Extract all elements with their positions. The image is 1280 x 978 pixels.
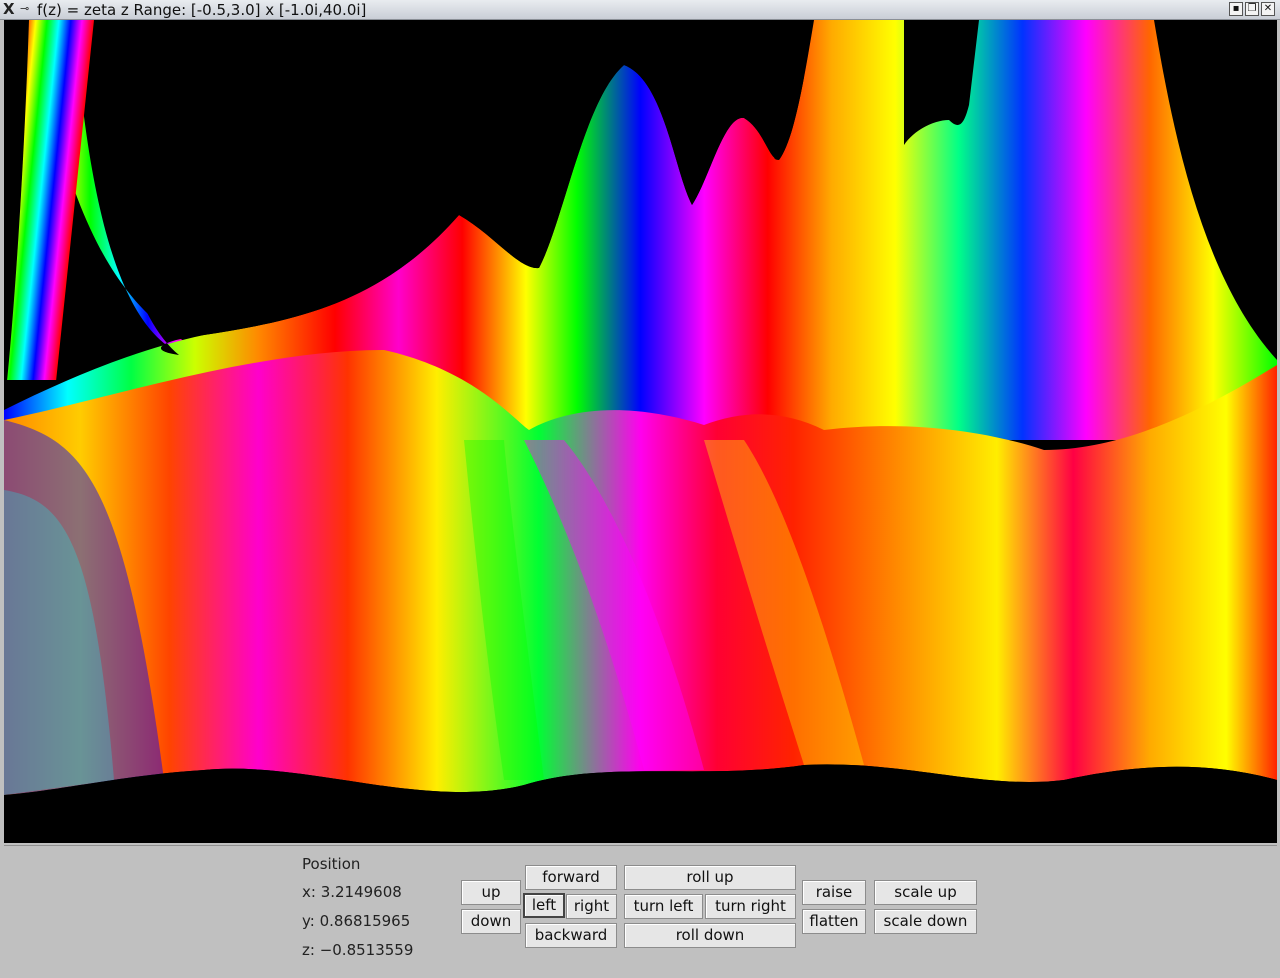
left-button[interactable]: left xyxy=(523,893,565,918)
position-label: Position xyxy=(302,855,361,873)
flatten-button[interactable]: flatten xyxy=(802,909,866,934)
roll-up-button[interactable]: roll up xyxy=(624,865,796,890)
title-bar: X ⊸ f(z) = zeta z Range: [-0.5,3.0] x [-… xyxy=(0,0,1280,20)
scale-up-button[interactable]: scale up xyxy=(874,880,977,905)
x-window-icon[interactable]: X xyxy=(3,1,19,17)
raise-button[interactable]: raise xyxy=(802,880,866,905)
scale-down-button[interactable]: scale down xyxy=(874,909,977,934)
up-button[interactable]: up xyxy=(461,880,521,905)
backward-button[interactable]: backward xyxy=(525,923,617,948)
close-icon[interactable]: ✕ xyxy=(1261,2,1275,16)
turn-right-button[interactable]: turn right xyxy=(705,894,796,919)
position-x: x: 3.2149608 xyxy=(302,883,402,901)
pin-icon[interactable]: ⊸ xyxy=(20,2,34,16)
down-button[interactable]: down xyxy=(461,909,521,934)
window-title: f(z) = zeta z Range: [-0.5,3.0] x [-1.0i… xyxy=(37,1,367,19)
roll-down-button[interactable]: roll down xyxy=(624,923,796,948)
surface-viewport[interactable] xyxy=(4,20,1277,843)
turn-left-button[interactable]: turn left xyxy=(624,894,703,919)
control-panel: Position x: 3.2149608 y: 0.86815965 z: −… xyxy=(4,845,1277,973)
zeta-surface-render xyxy=(4,20,1277,843)
forward-button[interactable]: forward xyxy=(525,865,617,890)
minimize-icon[interactable]: ▪ xyxy=(1229,2,1243,16)
position-z: z: −0.8513559 xyxy=(302,941,414,959)
right-button[interactable]: right xyxy=(566,894,617,919)
position-y: y: 0.86815965 xyxy=(302,912,411,930)
maximize-icon[interactable]: ❐ xyxy=(1245,2,1259,16)
